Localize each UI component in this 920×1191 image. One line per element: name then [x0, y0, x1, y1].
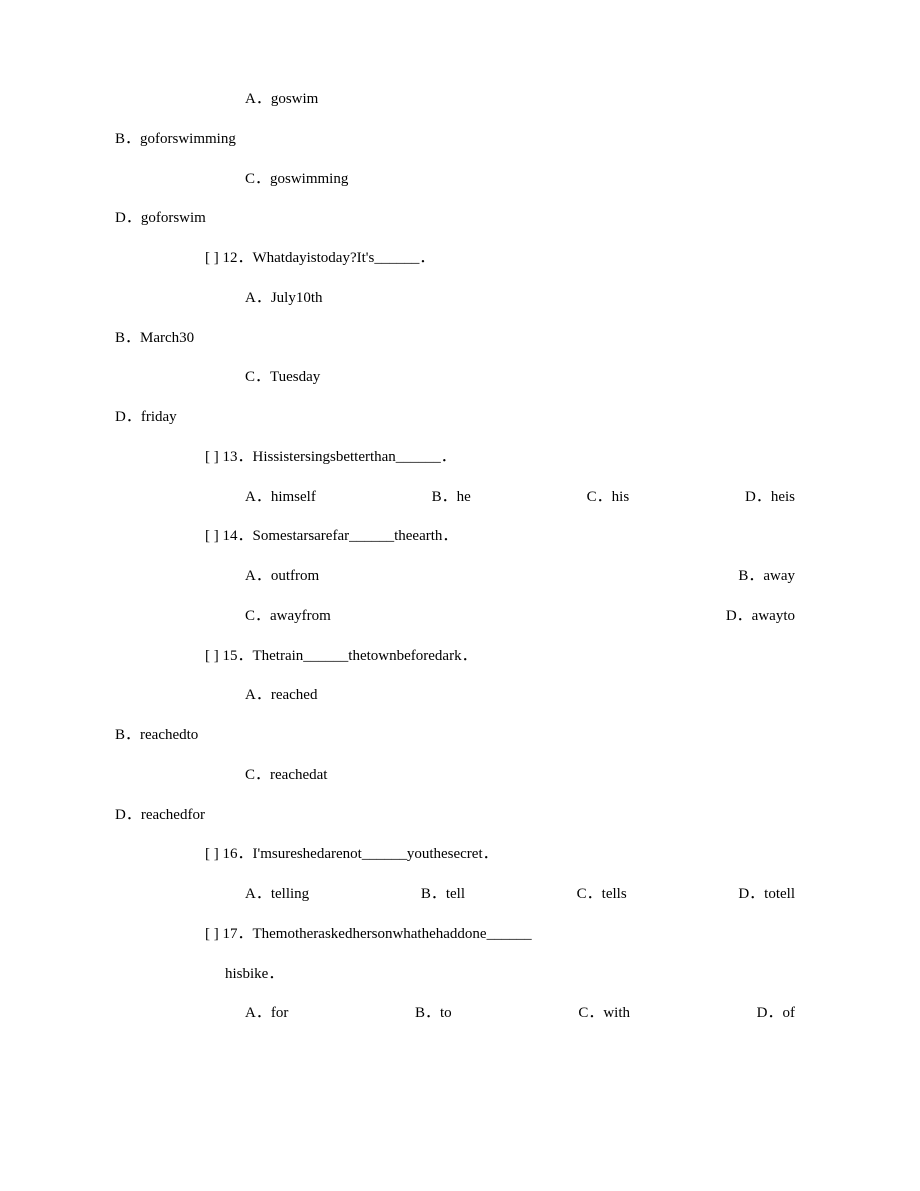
option-c: C．reachedat [115, 756, 805, 796]
question-12-stem: [ ] 12．Whatdayistoday?It's______． [115, 239, 805, 279]
option-b: B．reachedto [115, 716, 805, 756]
option-a: A．outfrom [245, 557, 319, 597]
option-c: C．awayfrom [245, 597, 331, 637]
question-13-stem: [ ] 13．Hissistersingsbetterthan______． [115, 438, 805, 478]
option-d: D．heis [745, 478, 795, 518]
option-c: C．his [587, 478, 630, 518]
question-17-cont: hisbike． [115, 955, 805, 995]
option-b: B．away [738, 557, 795, 597]
option-a: A．telling [245, 875, 309, 915]
option-b: B．he [432, 478, 471, 518]
question-17-options: A．for B．to C．with D．of [115, 994, 805, 1034]
option-d: D．of [757, 994, 795, 1034]
question-16-stem: [ ] 16．I'msureshedarenot______youthesecr… [115, 835, 805, 875]
option-a: A．July10th [115, 279, 805, 319]
option-b: B．March30 [115, 319, 805, 359]
option-d: D．awayto [726, 597, 795, 637]
option-c: C．goswimming [115, 160, 805, 200]
option-d: D．totell [738, 875, 795, 915]
question-13-options: A．himself B．he C．his D．heis [115, 478, 805, 518]
option-a: A．reached [115, 676, 805, 716]
option-d: D．goforswim [115, 199, 805, 239]
option-c: C．Tuesday [115, 358, 805, 398]
option-d: D．reachedfor [115, 796, 805, 836]
option-c: C．tells [577, 875, 627, 915]
option-c: C．with [578, 994, 630, 1034]
option-a: A．goswim [115, 80, 805, 120]
question-14-row1: A．outfrom B．away [115, 557, 805, 597]
option-b: B．to [415, 994, 452, 1034]
question-17-stem: [ ] 17．Themotheraskedhersonwhathehaddone… [115, 915, 805, 955]
question-15-stem: [ ] 15．Thetrain______thetownbeforedark． [115, 637, 805, 677]
option-d: D．friday [115, 398, 805, 438]
question-14-row2: C．awayfrom D．awayto [115, 597, 805, 637]
option-a: A．for [245, 994, 288, 1034]
option-b: B．goforswimming [115, 120, 805, 160]
question-14-stem: [ ] 14．Somestarsarefar______theearth． [115, 517, 805, 557]
question-16-options: A．telling B．tell C．tells D．totell [115, 875, 805, 915]
option-a: A．himself [245, 478, 316, 518]
option-b: B．tell [421, 875, 465, 915]
